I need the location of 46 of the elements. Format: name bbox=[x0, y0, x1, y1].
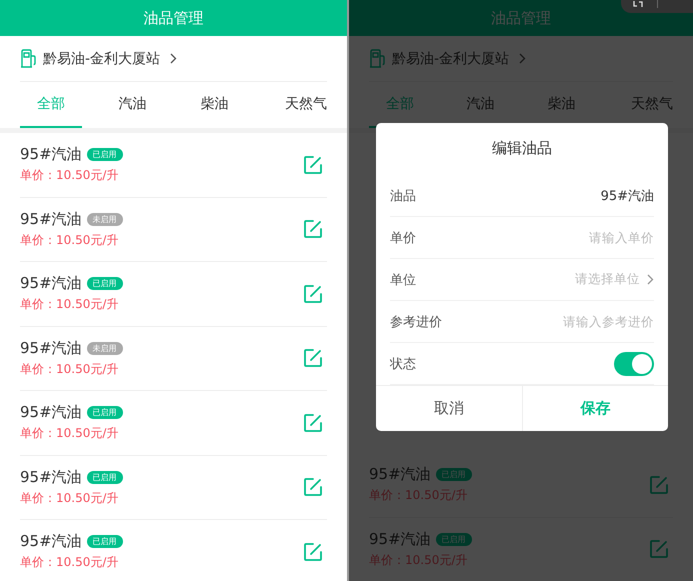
field-label: 单位 bbox=[390, 272, 416, 288]
fuel-name: 95#汽油 bbox=[20, 145, 82, 164]
category-tab[interactable]: 汽油 bbox=[450, 82, 512, 128]
status-tag: 已启用 bbox=[86, 470, 123, 484]
fuel-name: 95#汽油 bbox=[20, 274, 82, 294]
field-value: 95#汽油 bbox=[600, 188, 654, 204]
station-selector[interactable]: 黔易油-金利大厦站 bbox=[20, 36, 327, 82]
category-tab[interactable]: 天然气 bbox=[264, 82, 327, 128]
unit-dropdown[interactable]: 请选择单位 bbox=[575, 271, 654, 288]
fuel-name: 95#汽油 bbox=[369, 465, 431, 484]
fuel-name: 95#汽油 bbox=[20, 468, 82, 487]
category-tab[interactable]: 天然气 bbox=[610, 82, 673, 128]
unit-price: 单价：10.50元/升 bbox=[20, 360, 120, 378]
status-tag: 未启用 bbox=[86, 342, 123, 355]
category-tab[interactable]: 汽油 bbox=[102, 82, 164, 128]
field-label: 单价 bbox=[390, 230, 416, 246]
field-label: 状态 bbox=[390, 356, 416, 372]
fuel-name: 95#汽油 bbox=[20, 210, 82, 229]
status-tag: 已启用 bbox=[86, 535, 123, 548]
dialog-title: 编辑油品 bbox=[491, 138, 553, 159]
fuel-name: 95#汽油 bbox=[20, 338, 82, 358]
cancel-button[interactable]: 取消 bbox=[376, 386, 522, 431]
field-label: 参考进价 bbox=[390, 314, 442, 330]
status-tag: 已启用 bbox=[86, 277, 123, 290]
status-tag: 已启用 bbox=[436, 532, 472, 546]
status-tag: 未启用 bbox=[86, 212, 123, 226]
station-selector[interactable]: 黔易油-金利大厦站 bbox=[369, 36, 673, 82]
unit-price: 单价：10.50元/升 bbox=[20, 425, 120, 442]
unit-price: 单价：10.50元/升 bbox=[20, 554, 120, 572]
save-button[interactable]: 保存 bbox=[522, 386, 668, 431]
fuel-name: 95#汽油 bbox=[20, 403, 82, 422]
status-tag: 已启用 bbox=[436, 468, 472, 482]
fuel-name: 95#汽油 bbox=[20, 532, 82, 552]
category-tab[interactable]: 全部 bbox=[20, 82, 82, 128]
unit-price: 单价：10.50元/升 bbox=[20, 490, 120, 507]
status-tag: 已启用 bbox=[86, 406, 123, 420]
category-tab[interactable]: 柴油 bbox=[183, 82, 246, 128]
fuel-name: 95#汽油 bbox=[369, 530, 431, 549]
unit-price: 单价：10.50元/升 bbox=[20, 296, 120, 314]
page-title: 油品管理 bbox=[144, 8, 204, 28]
status-tag: 已启用 bbox=[86, 148, 123, 162]
field-label: 油品 bbox=[390, 188, 416, 204]
unit-price: 单价：10.50元/升 bbox=[20, 167, 120, 184]
category-tab[interactable]: 柴油 bbox=[530, 82, 592, 128]
page-title: 油品管理 bbox=[491, 8, 551, 28]
unit-price: 单价：10.50元/升 bbox=[20, 232, 120, 249]
